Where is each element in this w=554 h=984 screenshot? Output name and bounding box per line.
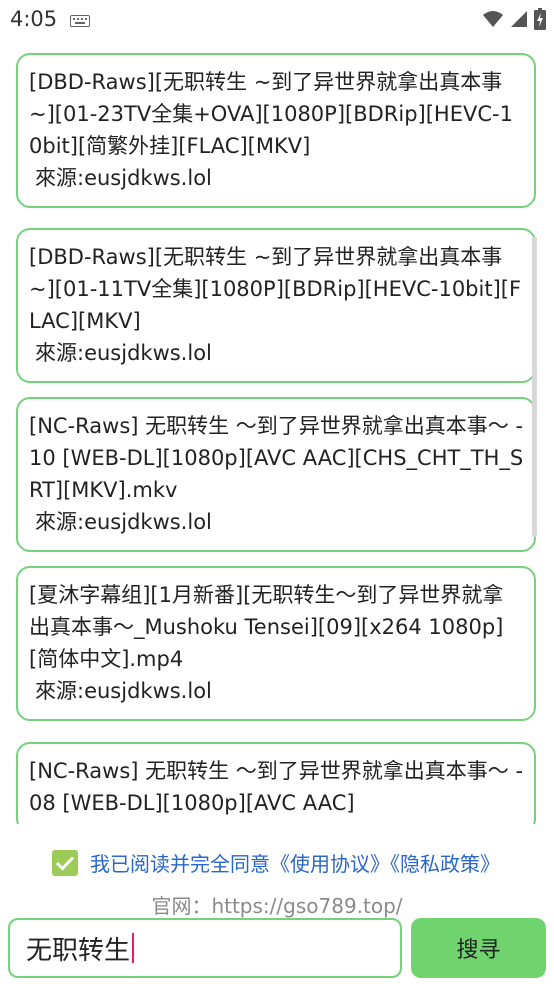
result-title: [DBD-Raws][无职转生 ~到了异世界就拿出真本事~][01-23TV全集… xyxy=(29,70,513,158)
results-list[interactable]: [DBD-Raws][无职转生 ~到了异世界就拿出真本事~][01-23TV全集… xyxy=(0,42,554,824)
result-card[interactable]: [DBD-Raws][无职转生 ~到了异世界就拿出真本事~][01-23TV全集… xyxy=(16,53,536,208)
result-card[interactable]: [夏沐字幕组][1月新番][无职转生〜到了异世界就拿出真本事〜_Mushoku … xyxy=(16,566,536,721)
official-site-text: 官网：https://gso789.top/ xyxy=(151,894,403,918)
result-source: 來源:eusjdkws.lol xyxy=(35,679,212,703)
search-input[interactable]: 无职转生 xyxy=(8,918,402,978)
result-card[interactable]: [NC-Raws] 无职转生 〜到了异世界就拿出真本事〜 - 08 [WEB-D… xyxy=(16,742,536,824)
result-source: 來源:eusjdkws.lol xyxy=(35,341,212,365)
signal-icon xyxy=(510,10,528,32)
result-source: 來源:eusjdkws.lol xyxy=(35,510,212,534)
scrollbar[interactable] xyxy=(532,237,537,537)
result-card[interactable]: [DBD-Raws][无职转生 ~到了异世界就拿出真本事~][01-11TV全集… xyxy=(16,228,536,383)
result-card[interactable]: [NC-Raws] 无职转生 〜到了异世界就拿出真本事〜 - 10 [WEB-D… xyxy=(16,397,536,552)
search-input-value: 无职转生 xyxy=(26,935,131,966)
result-title: [DBD-Raws][无职转生 ~到了异世界就拿出真本事~][01-11TV全集… xyxy=(29,245,522,333)
result-source: 來源:eusjdkws.lol xyxy=(35,166,212,190)
agreement-checkbox[interactable] xyxy=(52,849,78,876)
battery-icon xyxy=(534,8,546,34)
result-title: [NC-Raws] 无职转生 〜到了异世界就拿出真本事〜 - 10 [WEB-D… xyxy=(29,414,524,502)
agreement-text[interactable]: 我已阅读并完全同意《使用协议》《隐私政策》 xyxy=(90,848,500,877)
keyboard-icon xyxy=(70,12,90,31)
result-title: [夏沐字幕组][1月新番][无职转生〜到了异世界就拿出真本事〜_Mushoku … xyxy=(29,583,504,671)
result-title: [NC-Raws] 无职转生 〜到了异世界就拿出真本事〜 - 08 [WEB-D… xyxy=(29,759,524,815)
text-cursor xyxy=(132,933,135,963)
check-icon xyxy=(55,855,75,871)
wifi-icon xyxy=(482,10,504,32)
status-bar: 4:05 xyxy=(0,0,554,40)
agreement-row: 我已阅读并完全同意《使用协议》《隐私政策》 xyxy=(52,848,500,877)
status-time: 4:05 xyxy=(10,7,58,31)
status-icons xyxy=(482,8,546,34)
search-button[interactable]: 搜寻 xyxy=(411,918,546,978)
